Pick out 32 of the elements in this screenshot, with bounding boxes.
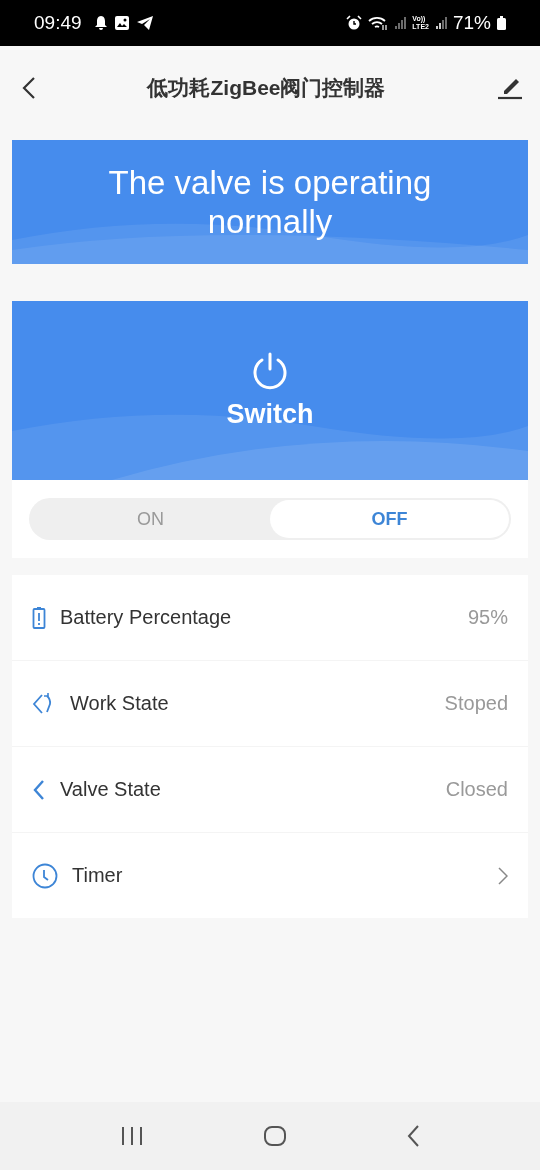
- signal-icon: [394, 16, 407, 30]
- recent-apps-icon[interactable]: [119, 1126, 144, 1146]
- toggle-option[interactable]: ON: [31, 500, 270, 538]
- switch-label: Switch: [226, 399, 314, 430]
- status-time: 09:49: [34, 12, 82, 34]
- battery-alert-icon: [32, 605, 46, 630]
- power-icon[interactable]: [251, 351, 289, 391]
- battery-percent: 71%: [452, 12, 491, 34]
- row-value: Stoped: [444, 692, 508, 715]
- row-label: Valve State: [60, 778, 162, 801]
- page-title: 低功耗ZigBee阀门控制器: [147, 75, 386, 101]
- signal-icon: [434, 16, 447, 30]
- alarm-icon: [346, 15, 363, 31]
- wifi-icon: [368, 15, 389, 31]
- switch-card[interactable]: Switch: [12, 301, 528, 480]
- edit-icon[interactable]: [497, 76, 523, 100]
- toggle-option[interactable]: OFF: [270, 500, 509, 538]
- row-value: Closed: [445, 778, 508, 801]
- image-icon: [113, 15, 130, 31]
- row-label: Battery Percentage: [60, 606, 233, 629]
- clock-icon: [32, 862, 58, 889]
- chevron-right-icon[interactable]: [498, 866, 508, 885]
- status-message: The valve is operating normally: [107, 163, 433, 241]
- notification-bell-icon: [93, 15, 108, 31]
- home-icon[interactable]: [263, 1125, 287, 1147]
- row-value: 95%: [467, 606, 508, 629]
- row-label: Timer: [72, 864, 124, 887]
- back-icon[interactable]: [406, 1125, 421, 1147]
- battery-icon: [497, 16, 506, 30]
- send-icon: [135, 15, 154, 31]
- back-icon[interactable]: [22, 76, 36, 100]
- row-label: Work State: [70, 692, 170, 715]
